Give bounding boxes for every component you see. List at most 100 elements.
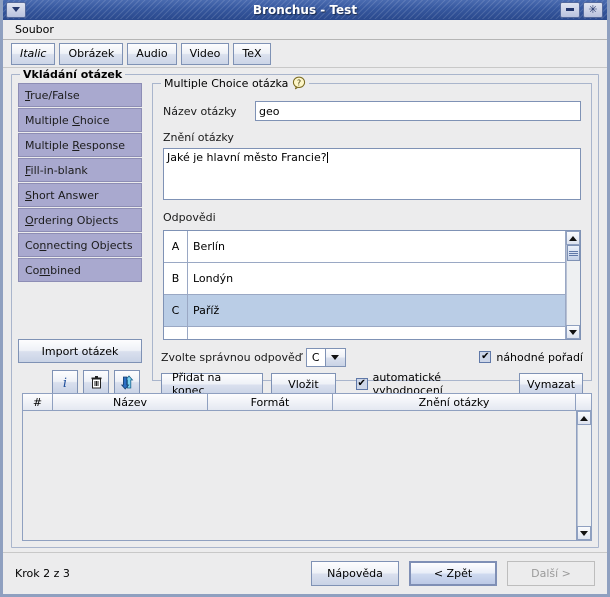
insert-label: Vložit (288, 377, 319, 391)
checkbox-checked-icon: ✔ (355, 378, 368, 390)
help-button[interactable]: Nápověda (311, 561, 399, 586)
answer-letter: C (164, 295, 188, 326)
back-button[interactable]: < Zpět (409, 561, 497, 586)
next-button-label: Další > (531, 567, 571, 580)
table-row[interactable]: C Paříž (164, 295, 565, 327)
sidebar-item-combined[interactable]: Combined (18, 258, 142, 282)
sidebar-item-label: Ordering Objects (25, 213, 119, 227)
question-action-icons: i (52, 370, 140, 394)
menu-bar: Soubor (3, 20, 607, 40)
column-header-number[interactable]: # (23, 394, 53, 411)
svg-text:i: i (63, 376, 67, 390)
help-balloon-icon[interactable]: ? (292, 76, 306, 90)
multiple-choice-group-legend: Multiple Choice otázka ? (161, 76, 310, 90)
questions-table-header: # Název Formát Znění otázky (23, 394, 591, 411)
correct-answer-row: Zvolte správnou odpověď C ✔ náhodné pořa… (161, 347, 583, 367)
import-questions-button[interactable]: Import otázek (18, 339, 142, 363)
sidebar-item-label: Fill-in-blank (25, 163, 88, 177)
triangle-down-icon (580, 530, 588, 536)
info-button[interactable]: i (52, 370, 78, 394)
sidebar-item-ordering-objects[interactable]: Ordering Objects (18, 208, 142, 232)
scrollbar-track[interactable] (566, 245, 580, 325)
minimize-button[interactable] (560, 1, 580, 18)
checkbox-checked-icon: ✔ (479, 351, 492, 363)
answer-letter: A (164, 231, 188, 262)
random-order-checkbox[interactable]: ✔ náhodné pořadí (479, 351, 583, 364)
sidebar-item-short-answer[interactable]: Short Answer (18, 183, 142, 207)
delete-button[interactable] (83, 370, 109, 394)
scroll-down-button[interactable] (566, 325, 580, 339)
grip-line-icon (569, 252, 578, 254)
question-name-value: geo (259, 104, 280, 118)
column-header-filler (576, 394, 591, 411)
sidebar-item-multiple-response[interactable]: Multiple Response (18, 133, 142, 157)
wizard-buttons: Nápověda < Zpět Další > (311, 561, 595, 586)
question-name-label: Název otázky (163, 105, 237, 118)
table-row[interactable] (164, 327, 565, 339)
answers-table: A Berlín B Londýn C Paříž (163, 230, 581, 340)
scroll-up-button[interactable] (577, 411, 591, 425)
scroll-down-button[interactable] (577, 526, 591, 540)
window-menu-button[interactable] (6, 1, 26, 18)
toolbar-button-tex[interactable]: TeX (233, 42, 271, 65)
toolbar-button-italic[interactable]: Italic (11, 42, 56, 65)
main-content: Vkládání otázek True/False Multiple Choi… (3, 68, 607, 552)
questions-table-rows[interactable] (23, 411, 576, 540)
question-name-input[interactable]: geo (255, 101, 581, 121)
questions-table-scrollbar[interactable] (576, 411, 591, 540)
close-icon: ✳ (588, 3, 598, 16)
question-insert-group-legend: Vkládání otázek (20, 68, 126, 81)
multiple-choice-group: Multiple Choice otázka ? Název otázky ge… (152, 76, 592, 397)
text-caret (326, 152, 328, 163)
combo-dropdown-button[interactable] (324, 348, 345, 366)
move-updown-button[interactable] (114, 370, 140, 394)
trash-icon (91, 375, 101, 388)
column-header-name[interactable]: Název (53, 394, 208, 411)
question-text-area[interactable]: Jaké je hlavní město Francie? (163, 148, 581, 200)
sidebar-item-label: Combined (25, 263, 81, 277)
svg-text:?: ? (297, 78, 301, 87)
title-bar: Bronchus - Test ✳ (3, 0, 607, 20)
correct-answer-select[interactable]: C (305, 347, 346, 367)
table-row[interactable]: A Berlín (164, 231, 565, 263)
format-toolbar: Italic Obrázek Audio Video TeX (3, 40, 607, 68)
chevron-down-icon (331, 354, 340, 360)
scrollbar-track[interactable] (577, 425, 591, 526)
answer-text: Paříž (193, 304, 220, 317)
answers-scrollbar[interactable] (565, 231, 580, 339)
toolbar-button-audio[interactable]: Audio (127, 42, 177, 65)
help-button-label: Nápověda (327, 567, 383, 580)
sidebar-item-label: Multiple Response (25, 138, 126, 152)
table-row[interactable]: B Londýn (164, 263, 565, 295)
answers-label: Odpovědi (163, 211, 216, 224)
grip-line-icon (569, 250, 578, 252)
answer-letter (164, 327, 188, 339)
triangle-up-icon (569, 235, 577, 241)
scrollbar-thumb[interactable] (567, 245, 580, 261)
minimize-icon (566, 8, 574, 11)
toolbar-button-video[interactable]: Video (180, 42, 230, 65)
chevron-down-icon (12, 7, 20, 12)
sidebar-item-connecting-objects[interactable]: Connecting Objects (18, 233, 142, 257)
questions-table-body (23, 411, 591, 540)
answer-letter: B (164, 263, 188, 294)
toolbar-button-image[interactable]: Obrázek (59, 42, 124, 65)
menu-item-soubor[interactable]: Soubor (9, 22, 60, 37)
column-header-format[interactable]: Formát (208, 394, 333, 411)
sidebar-item-true-false[interactable]: True/False (18, 83, 142, 107)
wizard-footer: Krok 2 z 3 Nápověda < Zpět Další > (3, 552, 607, 594)
scroll-up-button[interactable] (566, 231, 580, 245)
answer-text: Londýn (193, 272, 234, 285)
import-questions-label: Import otázek (41, 344, 119, 358)
window-controls: ✳ (560, 1, 603, 18)
sidebar-item-fill-in-blank[interactable]: Fill-in-blank (18, 158, 142, 182)
triangle-up-icon (580, 415, 588, 421)
move-updown-icon (120, 374, 133, 390)
grip-line-icon (569, 254, 578, 256)
close-button[interactable]: ✳ (583, 1, 603, 18)
sidebar-item-label: Multiple Choice (25, 113, 110, 127)
questions-table: # Název Formát Znění otázky (22, 393, 592, 541)
column-header-question-text[interactable]: Znění otázky (333, 394, 576, 411)
question-insert-group: Vkládání otázek True/False Multiple Choi… (11, 68, 599, 548)
sidebar-item-multiple-choice[interactable]: Multiple Choice (18, 108, 142, 132)
